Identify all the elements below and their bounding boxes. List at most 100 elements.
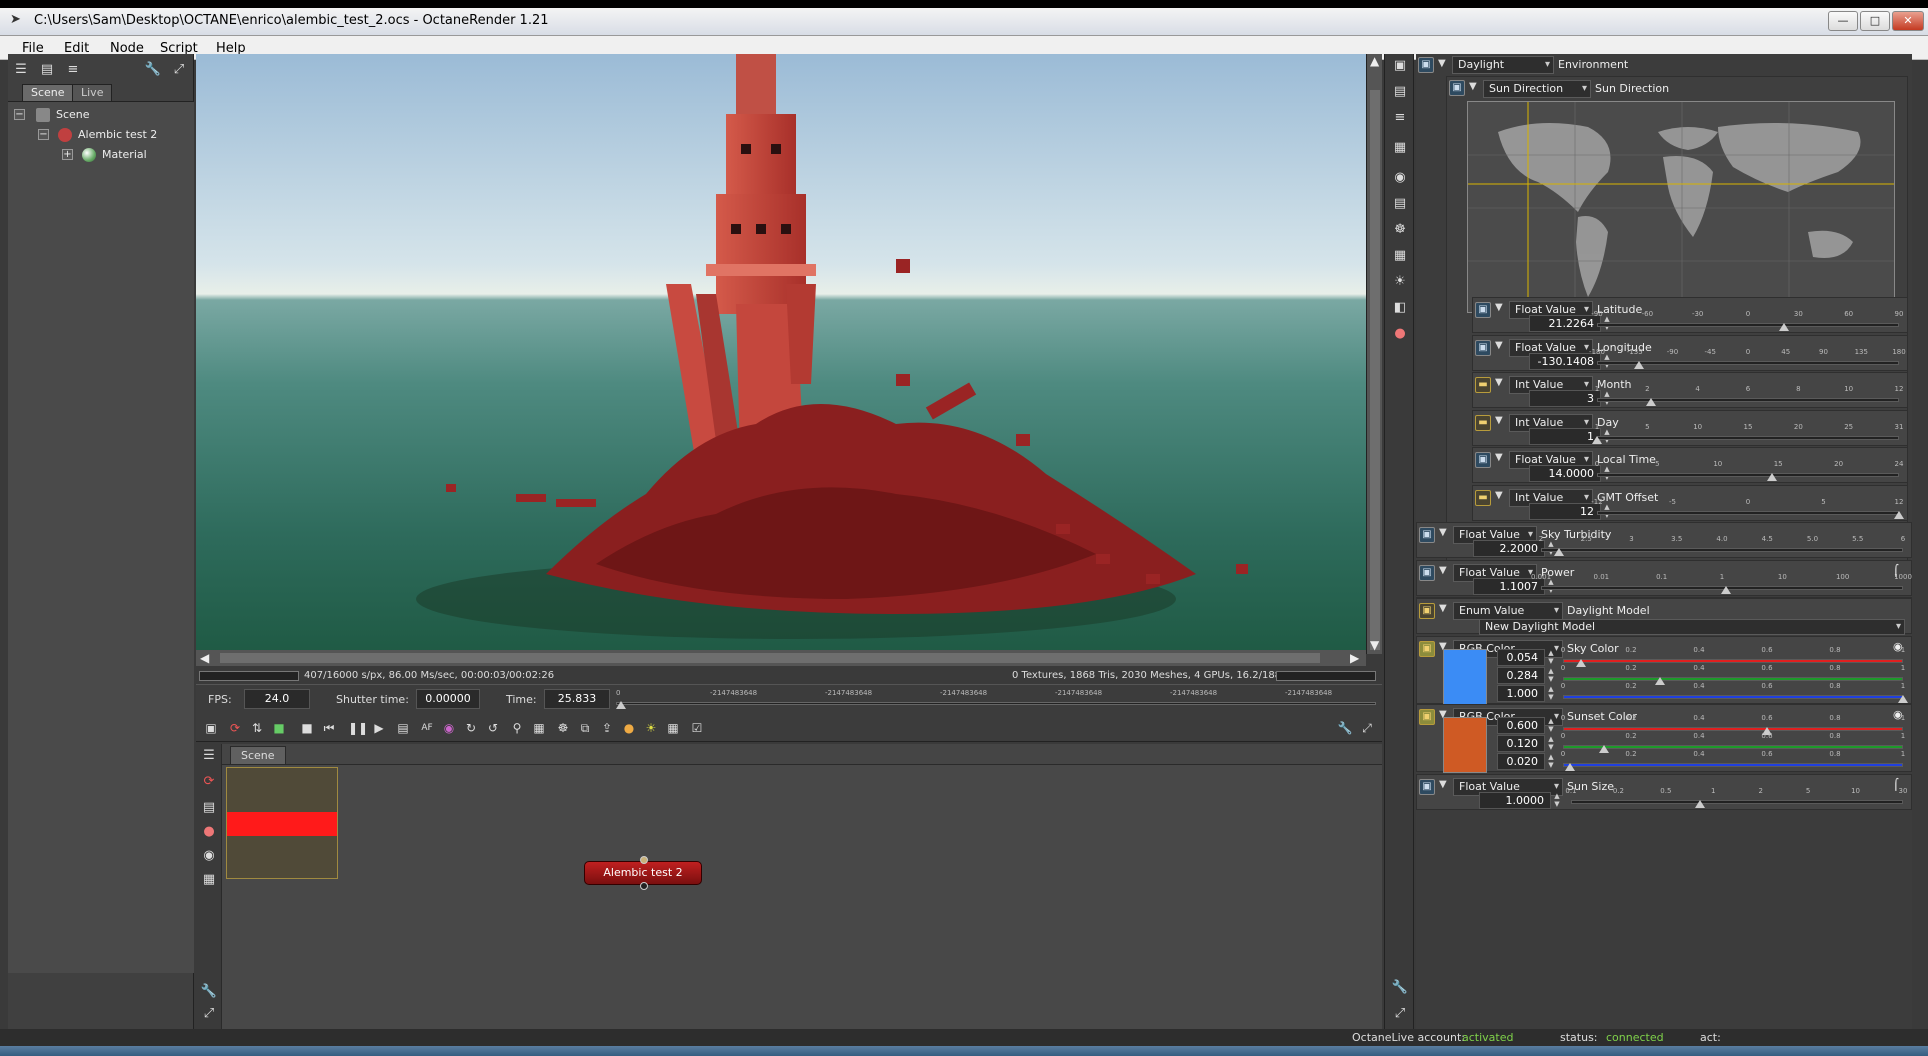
time-field[interactable]: 25.833 xyxy=(544,689,610,709)
tab-scene[interactable]: Scene xyxy=(22,84,74,101)
image-icon[interactable]: ▦ xyxy=(664,719,682,737)
cube-icon[interactable]: ■ xyxy=(270,719,288,737)
play-icon[interactable]: ▶ xyxy=(370,719,388,737)
spinner-icon[interactable]: ▲▼ xyxy=(1547,753,1555,770)
param-slider[interactable]: 0.001 0.01 0.1 1 10 100 1000 xyxy=(1531,573,1912,595)
channel-r-field[interactable]: 0.054 xyxy=(1497,649,1545,666)
save-icon[interactable]: ▤ xyxy=(1391,84,1409,102)
slider-knob[interactable] xyxy=(1720,585,1731,594)
list-icon[interactable]: ☰ xyxy=(200,748,218,766)
world-map[interactable] xyxy=(1467,101,1895,313)
spinner-icon[interactable]: ▲▼ xyxy=(1547,735,1555,752)
slider-knob[interactable] xyxy=(1646,398,1657,406)
sun-icon[interactable]: ☀ xyxy=(642,719,660,737)
channel-b-field[interactable]: 1.000 xyxy=(1497,685,1545,702)
texture-icon[interactable]: ▦ xyxy=(1391,248,1409,266)
kernel-icon[interactable]: ☸ xyxy=(1391,222,1409,240)
stack-icon[interactable]: ≡ xyxy=(1391,110,1409,128)
param-slider[interactable]: 0 5 10 15 20 24 xyxy=(1595,460,1903,482)
node-icon[interactable]: ◉ xyxy=(200,848,218,866)
slider-knob[interactable] xyxy=(1898,695,1908,703)
node-input-pin[interactable] xyxy=(640,856,648,864)
tree-item-material[interactable]: + Material xyxy=(8,146,194,164)
render-viewport[interactable] xyxy=(196,54,1366,654)
frame-icon[interactable]: ▦ xyxy=(530,719,548,737)
outliner-list-icon[interactable]: ☰ xyxy=(12,62,30,80)
node-canvas[interactable]: Alembic test 2 xyxy=(222,764,1382,1029)
tree-item-alembic[interactable]: − Alembic test 2 xyxy=(8,126,194,144)
collapse-triangle-icon[interactable]: ▼ xyxy=(1495,302,1503,313)
daylight-model-type-dropdown[interactable]: Enum Value xyxy=(1453,602,1563,620)
spinner-icon[interactable]: ▲▼ xyxy=(1547,649,1555,666)
slider-knob[interactable] xyxy=(1695,800,1706,808)
wrench-icon[interactable]: 🔧 xyxy=(1391,980,1409,998)
environment-icon[interactable]: ▣ xyxy=(1418,57,1434,73)
node-preview-thumbnail[interactable] xyxy=(226,767,338,879)
channel-g-field[interactable]: 0.284 xyxy=(1497,667,1545,684)
viewport-vertical-scrollbar[interactable]: ▲ ▼ xyxy=(1366,54,1382,654)
wrench-icon[interactable]: 🔧 xyxy=(200,984,218,1002)
int-value-icon[interactable]: ▬ xyxy=(1475,377,1491,393)
close-button[interactable]: ✕ xyxy=(1892,11,1924,31)
float-value-icon[interactable]: ▣ xyxy=(1475,339,1491,356)
sun-size-slider[interactable]: 0.1 0.2 0.5 1 2 5 10 30 xyxy=(1565,787,1907,809)
refresh-icon[interactable]: ↻ xyxy=(462,719,480,737)
collapse-triangle-icon[interactable]: ▼ xyxy=(1495,490,1503,501)
copy-icon[interactable]: ⧉ xyxy=(576,719,594,737)
maximize-button[interactable]: □ xyxy=(1860,11,1890,31)
param-value-field[interactable]: 2.2000 xyxy=(1473,540,1545,557)
int-value-icon[interactable]: ▬ xyxy=(1475,489,1491,506)
int-value-icon[interactable]: ▬ xyxy=(1475,414,1491,431)
minimize-button[interactable]: — xyxy=(1828,11,1858,31)
channel-b-field[interactable]: 0.020 xyxy=(1497,753,1545,770)
float-value-icon[interactable]: ▣ xyxy=(1419,564,1435,581)
fullscreen-icon[interactable]: ⤢ xyxy=(170,62,188,80)
stop-icon[interactable]: ■ xyxy=(298,719,316,737)
scroll-down-icon[interactable]: ▼ xyxy=(1370,638,1379,652)
sun-icon[interactable]: ☀ xyxy=(1391,274,1409,292)
node-output-pin[interactable] xyxy=(640,882,648,890)
slider-knob[interactable] xyxy=(1554,548,1565,556)
export-icon[interactable]: ⇪ xyxy=(598,719,616,737)
sun-direction-type-dropdown[interactable]: Sun Direction xyxy=(1483,80,1591,98)
lock-icon[interactable]: ↺ xyxy=(484,719,502,737)
settings-icon[interactable]: ☸ xyxy=(554,719,572,737)
fullscreen-icon[interactable]: ⤢ xyxy=(1358,719,1376,737)
scroll-left-icon[interactable]: ◀ xyxy=(200,651,209,665)
film-icon[interactable]: ▤ xyxy=(200,800,218,818)
sun-direction-icon[interactable]: ▣ xyxy=(1449,80,1465,96)
outliner-stack-icon[interactable]: ≡ xyxy=(64,62,82,80)
slider-knob[interactable] xyxy=(1592,435,1602,444)
expand-icon[interactable]: + xyxy=(62,149,73,160)
scroll-right-icon[interactable]: ▶ xyxy=(1350,651,1359,665)
channel-b-slider[interactable]: 0 0.2 0.4 0.6 0.8 1 xyxy=(1561,682,1908,704)
environment-type-dropdown[interactable]: Daylight xyxy=(1452,56,1554,74)
param-slider[interactable]: -90 -60 -30 0 30 60 90 xyxy=(1591,310,1903,332)
param-slider[interactable]: 1 2 4 6 8 10 12 xyxy=(1595,385,1903,407)
material-icon[interactable]: ● xyxy=(200,824,218,842)
float-value-icon[interactable]: ▣ xyxy=(1475,302,1491,318)
slider-knob[interactable] xyxy=(1634,360,1645,369)
curve-icon[interactable]: ⌠ xyxy=(1893,564,1899,577)
tab-scene-graph[interactable]: Scene xyxy=(230,746,286,764)
rewind-icon[interactable]: ⏮ xyxy=(320,719,338,737)
alembic-node[interactable]: Alembic test 2 xyxy=(584,856,702,890)
collapse-triangle-icon[interactable]: ▼ xyxy=(1495,340,1503,351)
restart-icon[interactable]: ⟳ xyxy=(200,774,218,792)
float-value-icon[interactable]: ▣ xyxy=(1419,779,1435,795)
shutter-field[interactable]: 0.00000 xyxy=(416,689,480,709)
fullscreen-icon[interactable]: ⤢ xyxy=(200,1006,218,1024)
collapse-triangle-icon[interactable]: ▼ xyxy=(1495,452,1503,463)
param-value-field[interactable]: 21.2264 xyxy=(1529,315,1601,332)
wrench-icon[interactable]: 🔧 xyxy=(144,62,162,80)
collapse-triangle-icon[interactable]: ▼ xyxy=(1439,779,1447,790)
spinner-icon[interactable]: ▲▼ xyxy=(1553,792,1561,809)
spinner-icon[interactable]: ▲▼ xyxy=(1547,717,1555,734)
param-slider[interactable]: 2 2.5 3 3.5 4.0 4.5 5.0 5.5 6 xyxy=(1539,535,1905,557)
tree-item-scene[interactable]: − Scene xyxy=(8,106,194,124)
param-value-field[interactable]: 12 xyxy=(1529,502,1601,520)
sun-size-field[interactable]: 1.0000 xyxy=(1479,792,1551,809)
timeline-scrubber[interactable]: 0 -2147483648 -2147483648 -2147483648 -2… xyxy=(616,689,1376,711)
padlock-icon[interactable]: ☑ xyxy=(688,719,706,737)
image-icon[interactable]: ▦ xyxy=(1391,140,1409,158)
